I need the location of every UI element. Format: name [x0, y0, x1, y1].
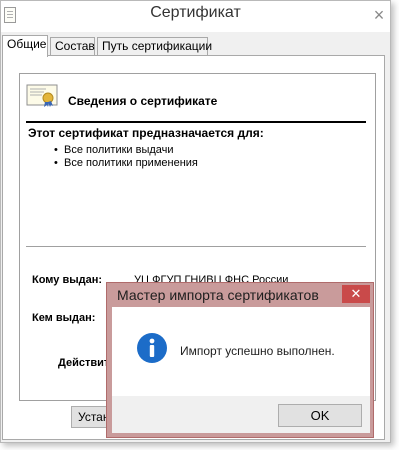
heading-divider	[26, 121, 366, 123]
purpose-list: Все политики выдачи Все политики примене…	[54, 144, 198, 170]
tab-certification-path[interactable]: Путь сертификации	[97, 37, 212, 56]
window-close-button[interactable]: ×	[368, 4, 390, 26]
certificate-icon	[26, 84, 58, 107]
purpose-heading: Этот сертификат предназначается для:	[28, 126, 264, 140]
dialog-titlebar: Мастер импорта сертификатов ✕	[107, 283, 373, 307]
ok-button[interactable]: OK	[278, 404, 362, 427]
window-title: Сертификат	[150, 4, 241, 21]
dialog-footer: OK	[112, 396, 370, 433]
section-divider	[26, 246, 366, 247]
dialog-body: Импорт успешно выполнен.	[112, 307, 370, 396]
issued-to-label: Кому выдан:	[32, 274, 103, 286]
validity-label: Действит	[58, 357, 110, 369]
list-item: Все политики применения	[54, 157, 198, 170]
info-icon	[137, 333, 167, 363]
tab-composition[interactable]: Состав	[50, 37, 95, 56]
issued-by-label: Кем выдан:	[32, 312, 96, 324]
certificate-heading: Сведения о сертификате	[68, 94, 218, 108]
dialog-message: Импорт успешно выполнен.	[180, 344, 335, 358]
tab-general[interactable]: Общие	[2, 35, 48, 57]
import-wizard-dialog: Мастер импорта сертификатов ✕ Импорт усп…	[106, 282, 374, 438]
dialog-close-button[interactable]: ✕	[342, 285, 370, 303]
list-item: Все политики выдачи	[54, 144, 198, 157]
dialog-title: Мастер импорта сертификатов	[117, 287, 319, 303]
window-titlebar: Сертификат ×	[1, 1, 390, 32]
